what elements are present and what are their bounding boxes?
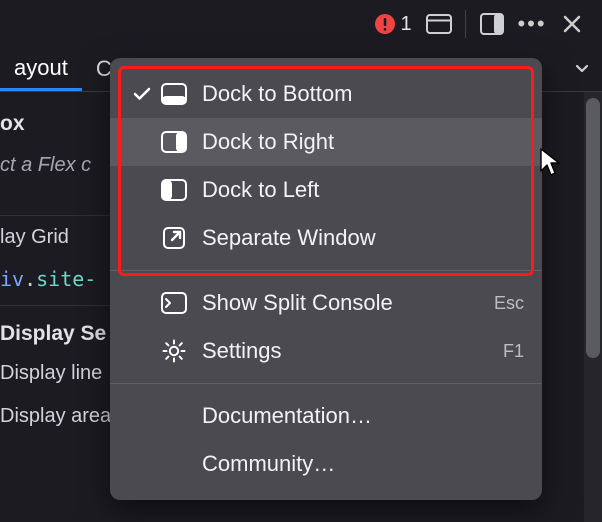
menu-separator bbox=[110, 383, 542, 384]
devtools-options-menu: Dock to Bottom Dock to Right Dock to Lef… bbox=[110, 58, 542, 500]
error-icon bbox=[374, 13, 396, 35]
menu-item-label: Documentation… bbox=[202, 403, 524, 429]
menu-item-documentation[interactable]: Documentation… bbox=[110, 392, 542, 440]
menu-item-label: Dock to Left bbox=[202, 177, 524, 203]
gear-icon bbox=[156, 339, 192, 363]
tab-layout[interactable]: ayout bbox=[0, 47, 82, 91]
mouse-cursor bbox=[540, 148, 564, 178]
error-count: 1 bbox=[400, 13, 411, 36]
split-console-icon bbox=[156, 292, 192, 314]
menu-item-label: Settings bbox=[202, 338, 491, 364]
panel-icon bbox=[426, 14, 452, 34]
dock-right-icon bbox=[156, 131, 192, 153]
dock-icon bbox=[480, 13, 504, 35]
vertical-scrollbar[interactable] bbox=[584, 92, 602, 522]
dock-left-icon bbox=[156, 179, 192, 201]
code-classname: site- bbox=[36, 267, 96, 291]
menu-item-community[interactable]: Community… bbox=[110, 440, 542, 488]
code-tagname: iv bbox=[0, 267, 24, 291]
menu-item-dock-bottom[interactable]: Dock to Bottom bbox=[110, 70, 542, 118]
dock-bottom-icon bbox=[156, 83, 192, 105]
responsive-design-mode-button[interactable] bbox=[419, 4, 459, 44]
close-icon bbox=[562, 14, 582, 34]
close-devtools-button[interactable] bbox=[552, 4, 592, 44]
menu-item-settings[interactable]: Settings F1 bbox=[110, 327, 542, 375]
menu-item-label: Dock to Bottom bbox=[202, 81, 524, 107]
menu-item-accel: Esc bbox=[494, 293, 524, 314]
tab-overflow-dropdown[interactable] bbox=[562, 47, 602, 91]
chevron-down-icon bbox=[575, 64, 589, 74]
menu-item-dock-left[interactable]: Dock to Left bbox=[110, 166, 542, 214]
menu-item-accel: F1 bbox=[503, 341, 524, 362]
tab-layout-label: ayout bbox=[14, 55, 68, 81]
meatballs-icon: ••• bbox=[517, 11, 546, 37]
scrollbar-thumb[interactable] bbox=[586, 98, 600, 358]
menu-item-label: Community… bbox=[202, 451, 524, 477]
check-icon bbox=[128, 87, 156, 101]
toolbar-separator bbox=[465, 10, 466, 38]
menu-item-label: Separate Window bbox=[202, 225, 524, 251]
error-indicator[interactable]: 1 bbox=[373, 4, 413, 44]
dock-side-button[interactable] bbox=[472, 4, 512, 44]
menu-separator bbox=[110, 270, 542, 271]
top-toolbar: 1 ••• bbox=[0, 0, 602, 48]
separate-window-icon bbox=[156, 226, 192, 250]
menu-item-label: Show Split Console bbox=[202, 290, 482, 316]
menu-item-dock-right[interactable]: Dock to Right bbox=[110, 118, 542, 166]
menu-item-separate-window[interactable]: Separate Window bbox=[110, 214, 542, 262]
menu-item-label: Dock to Right bbox=[202, 129, 524, 155]
menu-item-split-console[interactable]: Show Split Console Esc bbox=[110, 279, 542, 327]
more-options-button[interactable]: ••• bbox=[512, 4, 552, 44]
